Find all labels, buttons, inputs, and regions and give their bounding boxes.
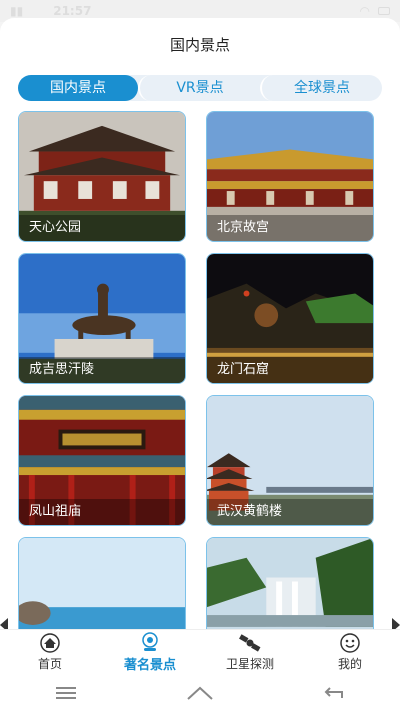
attraction-card[interactable]: 龙门石窟 — [206, 253, 374, 384]
nav-attractions-label: 著名景点 — [123, 658, 176, 673]
system-nav-bar — [0, 675, 400, 711]
card-label: 武汉黄鹤楼 — [207, 499, 373, 525]
attraction-card[interactable]: 北京故宫 — [206, 111, 374, 242]
tab-domestic[interactable]: 国内景点 — [18, 75, 138, 101]
nav-satellite-label: 卫星探测 — [225, 657, 274, 671]
tab-global[interactable]: 全球景点 — [260, 75, 382, 101]
nav-profile[interactable]: 我的 — [300, 630, 400, 675]
card-label: 凤山祖庙 — [19, 499, 185, 525]
beach-image — [19, 538, 185, 629]
nav-satellite[interactable]: 卫星探测 — [200, 630, 300, 675]
card-label: 北京故宫 — [207, 215, 373, 241]
nav-home-label: 首页 — [37, 657, 62, 671]
page-title: 国内景点 — [169, 36, 230, 54]
main-page: 国内景点 国内景点 VR景点 全球景点 天心公园 北京故宫 成吉思汗陵 龙门石窟… — [0, 18, 400, 629]
home-button-icon[interactable] — [187, 686, 213, 700]
camera-icon — [142, 632, 158, 651]
status-time: 21:57 — [53, 4, 92, 18]
satellite-icon — [239, 634, 261, 652]
card-label: 成吉思汗陵 — [19, 357, 185, 383]
nav-attractions[interactable]: 著名景点 — [100, 630, 200, 675]
signal-icon: ▮▮ — [10, 4, 24, 18]
category-tabs: 国内景点 VR景点 全球景点 — [18, 75, 382, 101]
nav-home[interactable]: 首页 — [0, 630, 100, 675]
card-label: 龙门石窟 — [207, 357, 373, 383]
attraction-card[interactable]: 武汉黄鹤楼 — [206, 395, 374, 526]
attraction-card[interactable]: 天心公园 — [18, 111, 186, 242]
card-label: 天心公园 — [19, 215, 185, 241]
tab-vr[interactable]: VR景点 — [138, 75, 260, 101]
attraction-card[interactable] — [18, 537, 186, 629]
wifi-icon: ◠ — [359, 4, 370, 18]
waterfall-image — [207, 538, 373, 629]
smiley-icon — [340, 633, 360, 653]
menu-icon[interactable] — [55, 686, 76, 700]
home-icon — [40, 633, 60, 653]
attraction-card[interactable]: 凤山祖庙 — [18, 395, 186, 526]
attraction-card[interactable] — [206, 537, 374, 629]
back-icon[interactable] — [324, 686, 344, 700]
attraction-card[interactable]: 成吉思汗陵 — [18, 253, 186, 384]
bottom-nav: 首页 著名景点 卫星探测 我的 — [0, 629, 400, 675]
nav-profile-label: 我的 — [337, 657, 362, 671]
battery-icon — [378, 7, 390, 15]
